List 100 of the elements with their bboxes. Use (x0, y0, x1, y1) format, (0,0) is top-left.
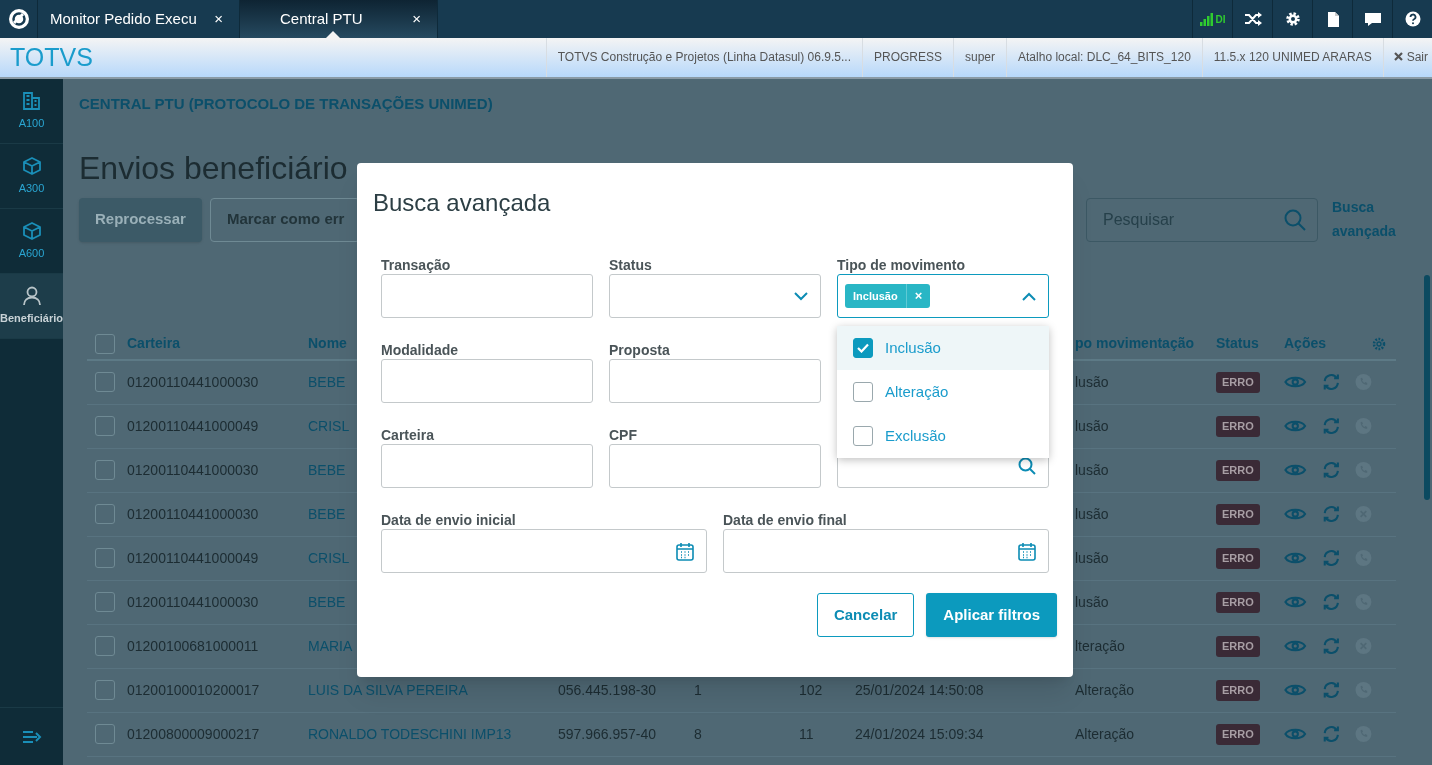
dropdown-option[interactable]: Alteração (837, 370, 1049, 414)
scrollbar[interactable] (1424, 275, 1430, 500)
row-checkbox[interactable] (95, 372, 115, 392)
cube-icon (21, 220, 42, 241)
select-field[interactable] (609, 274, 821, 318)
chevron-up-icon (1022, 291, 1036, 301)
dropdown-option[interactable]: Inclusão (837, 326, 1049, 370)
close-tab-button[interactable]: × (412, 7, 421, 31)
movement-type: Alteração (1075, 681, 1135, 698)
app-logo-icon[interactable] (7, 8, 30, 30)
table-cell: 102 (799, 681, 823, 698)
status-badge: ERRO (1216, 592, 1260, 613)
field-label: CPF (609, 427, 637, 443)
tab[interactable]: Central PTU × (240, 0, 438, 38)
field-label: Data de envio final (723, 512, 847, 528)
view-icon[interactable] (1284, 594, 1307, 610)
beneficiary-name: BEBE (308, 373, 346, 390)
movement-type: lteração (1075, 637, 1125, 654)
option-checkbox[interactable] (853, 338, 873, 358)
status-badge: ERRO (1216, 416, 1260, 437)
remove-tag-button[interactable]: × (905, 284, 931, 308)
date-field[interactable] (381, 529, 707, 573)
page-title: Envios beneficiário (79, 148, 349, 188)
multiselect-field[interactable]: Inclusão × (837, 274, 1049, 318)
apply-filters-button[interactable]: Aplicar filtros (926, 593, 1057, 637)
beneficiary-name: MARIA (308, 637, 353, 654)
beneficiary-name: RONALDO TODESCHINI IMP13 (308, 725, 512, 742)
chat-icon[interactable] (1363, 11, 1382, 27)
chevron-down-icon (794, 291, 808, 301)
row-checkbox[interactable] (95, 680, 115, 700)
view-icon[interactable] (1284, 374, 1307, 390)
beneficiary-name: BEBE (308, 593, 346, 610)
field-label: Transação (381, 257, 451, 273)
sidebar-item[interactable]: A300 (0, 144, 63, 209)
row-checkbox[interactable] (95, 592, 115, 612)
row-checkbox[interactable] (95, 460, 115, 480)
help-icon[interactable] (1403, 11, 1422, 27)
tag-label: Inclusão (852, 288, 899, 304)
expand-menu-icon[interactable] (21, 728, 42, 745)
beneficiary-name: CRISL (308, 417, 350, 434)
brand-name: TOTVS (9, 41, 93, 73)
card-number: 01200110441000030 (127, 373, 259, 390)
sidebar-item[interactable]: A100 (0, 79, 63, 144)
status-badge: ERRO (1216, 504, 1260, 525)
search-icon[interactable] (1018, 457, 1036, 475)
close-icon (1393, 52, 1403, 61)
view-icon[interactable] (1284, 682, 1307, 698)
field-label: Tipo de movimento (837, 257, 966, 273)
session-info: super (953, 38, 1007, 77)
row-checkbox[interactable] (95, 724, 115, 744)
session-info: TOTVS Construção e Projetos (Linha Datasul) 06.9.5... (545, 38, 862, 77)
movement-type: lusão (1075, 373, 1109, 390)
row-checkbox[interactable] (95, 548, 115, 568)
shuffle-icon[interactable] (1243, 11, 1262, 27)
card-number: 01200110441000030 (127, 461, 259, 478)
logout-button[interactable]: Sair (1382, 38, 1432, 77)
input-field[interactable] (381, 274, 593, 318)
row-checkbox[interactable] (95, 416, 115, 436)
view-icon[interactable] (1284, 506, 1307, 522)
beneficiary-name: CRISL (308, 549, 350, 566)
option-checkbox[interactable] (853, 426, 873, 446)
calendar-icon[interactable] (1018, 541, 1036, 561)
input-field[interactable] (609, 359, 821, 403)
calendar-icon[interactable] (676, 541, 694, 561)
card-number: 01200110441000030 (127, 505, 259, 522)
reprocess-button[interactable]: Reprocessar (79, 197, 202, 242)
row-checkbox[interactable] (95, 636, 115, 656)
view-icon[interactable] (1284, 462, 1307, 478)
cpf: 056.445.198-30 (558, 681, 657, 698)
send-date: 24/01/2024 15:09:34 (855, 725, 984, 742)
input-field[interactable] (381, 359, 593, 403)
input-field[interactable] (381, 444, 593, 488)
field-label: Data de envio inicial (381, 512, 516, 528)
input-field[interactable] (609, 444, 821, 488)
beneficiary-name: BEBE (308, 505, 346, 522)
card-number: 01200110441000049 (127, 549, 259, 566)
cancel-button[interactable]: Cancelar (816, 593, 915, 637)
movement-type: Alteração (1075, 725, 1135, 742)
view-icon[interactable] (1284, 550, 1307, 566)
settings-icon[interactable] (1283, 11, 1302, 27)
status-badge: ERRO (1216, 636, 1260, 657)
movement-type: lusão (1075, 417, 1109, 434)
date-field[interactable] (723, 529, 1049, 573)
dropdown-option[interactable]: Exclusão (837, 414, 1049, 458)
session-info: 11.5.x 120 UNIMED ARARAS (1201, 38, 1383, 77)
sidebar-item[interactable]: Beneficiário (0, 274, 63, 339)
field-label: Proposta (609, 342, 670, 358)
view-icon[interactable] (1284, 638, 1307, 654)
select-all-checkbox[interactable] (95, 333, 115, 354)
beneficiary-name: BEBE (308, 461, 346, 478)
session-info: PROGRESS (862, 38, 953, 77)
option-checkbox[interactable] (853, 382, 873, 402)
status-badge: ERRO (1216, 548, 1260, 569)
field-label: Modalidade (381, 342, 458, 358)
card-number: 01200110441000030 (127, 593, 259, 610)
view-icon[interactable] (1284, 418, 1307, 434)
view-icon[interactable] (1284, 726, 1307, 742)
row-checkbox[interactable] (95, 504, 115, 524)
breadcrumb: CENTRAL PTU (PROTOCOLO DE TRANSAÇÕES UNIMED) (79, 94, 494, 114)
close-tab-button[interactable]: × (214, 7, 223, 31)
